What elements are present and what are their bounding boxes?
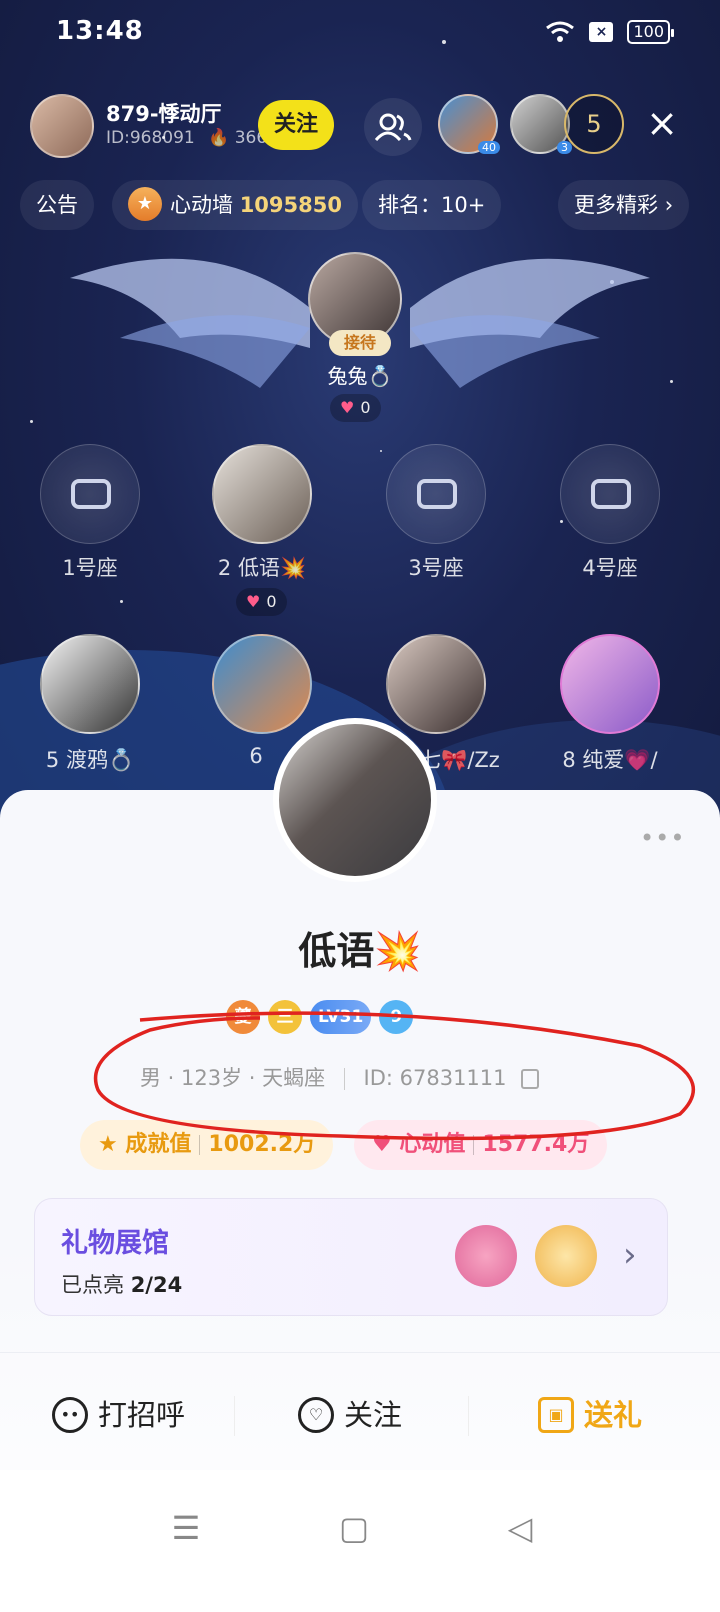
more-label: 更多精彩: [574, 193, 658, 217]
online-count[interactable]: 5: [564, 94, 624, 154]
seat-8[interactable]: [560, 634, 660, 734]
annotation-circle: [93, 1011, 695, 1141]
close-room-button[interactable]: ×: [640, 102, 684, 146]
room-header: 879-悸动厅 ID:968091 🔥 366 关注 40 3 5 ×: [30, 94, 690, 160]
heartwall-button[interactable]: ★ 心动墙 1095850: [112, 180, 358, 230]
top-user-level-badge: 40: [478, 141, 500, 154]
status-bar: 13:48 × 100: [0, 0, 720, 66]
host-name: 兔兔💍: [327, 364, 393, 388]
menu-nav-icon[interactable]: ☰: [166, 1508, 206, 1548]
status-time: 13:48: [56, 16, 144, 46]
seat-6[interactable]: [212, 634, 312, 734]
seat-4[interactable]: [560, 444, 660, 544]
gift-hall[interactable]: 礼物展馆 已点亮 2/24 ›: [34, 1198, 668, 1316]
seat-label: 4号座: [582, 556, 638, 580]
gift-icon: ▣: [538, 1397, 574, 1433]
heart-icon: ♥: [246, 592, 261, 611]
wifi-icon: [546, 21, 575, 42]
host-tag: 接待: [329, 330, 391, 356]
seat-hearts-value: 0: [266, 592, 277, 611]
members-icon: [374, 113, 412, 142]
gift-label: 送礼: [584, 1398, 643, 1432]
room-avatar[interactable]: [30, 94, 94, 158]
greet-label: 打招呼: [98, 1398, 186, 1432]
profile-name: 低语💥: [298, 929, 422, 973]
follow-room-button[interactable]: 关注: [258, 100, 334, 150]
send-gift-button[interactable]: ▣ 送礼: [538, 1380, 642, 1450]
sofa-icon: [591, 479, 631, 509]
host-hearts-value: 0: [360, 398, 371, 417]
system-nav-bar: ☰ ▢ ◁: [0, 1470, 720, 1612]
star-dot: [30, 420, 33, 423]
chevron-right-icon: ›: [623, 1235, 637, 1275]
heart-icon: ♥: [340, 398, 355, 417]
profile-actions: •• 打招呼 ♡ 关注 ▣ 送礼: [0, 1380, 720, 1450]
star-icon: ★: [128, 187, 162, 221]
home-nav-icon[interactable]: ▢: [334, 1508, 374, 1548]
close-icon: ×: [589, 22, 614, 42]
action-divider: [234, 1396, 235, 1436]
gift-hall-lit-label: 已点亮: [61, 1273, 124, 1297]
room-id-text: ID:968091: [106, 128, 195, 148]
rank-button[interactable]: 排名：10+: [362, 180, 502, 230]
seat-7[interactable]: [386, 634, 486, 734]
heart-plus-icon: ♡: [298, 1397, 334, 1433]
room-id: ID:968091 🔥 366: [106, 128, 267, 148]
action-divider: [468, 1396, 469, 1436]
chevron-right-icon: ›: [664, 193, 674, 217]
gift-hall-progress: 已点亮 2/24: [61, 1269, 182, 1299]
announcement-button[interactable]: 公告: [20, 180, 94, 230]
seat-2[interactable]: [212, 444, 312, 544]
star-dot: [560, 520, 563, 523]
flower-gift-icon: [455, 1225, 517, 1287]
follow-user-button[interactable]: ♡ 关注: [298, 1380, 402, 1450]
top-user-avatar-1[interactable]: 40: [438, 94, 500, 154]
star-dot: [670, 380, 673, 383]
seat-hearts: ♥ 0: [236, 588, 287, 616]
greet-button[interactable]: •• 打招呼: [52, 1380, 185, 1450]
gift-hall-lit-value: 2/24: [130, 1273, 183, 1297]
seat-label: 3号座: [408, 556, 464, 580]
sofa-icon: [71, 479, 111, 509]
gift-hall-title: 礼物展馆: [61, 1228, 169, 1259]
host-hearts: ♥ 0: [330, 394, 381, 422]
battery-indicator: 100: [627, 20, 674, 44]
more-options-button[interactable]: •••: [640, 824, 685, 852]
seat-label: 5 渡鸦💍: [45, 748, 135, 772]
chat-icon: ••: [52, 1397, 88, 1433]
seat-label: 1号座: [62, 556, 118, 580]
seat-3[interactable]: [386, 444, 486, 544]
room-title: 879-悸动厅: [106, 102, 222, 126]
members-button[interactable]: [364, 98, 422, 156]
seat-5[interactable]: [40, 634, 140, 734]
room-info-row: 公告 ★ 心动墙 1095850 排名：10+ 更多精彩 ›: [20, 180, 720, 230]
follow-label: 关注: [344, 1398, 403, 1432]
back-nav-icon[interactable]: ◁: [500, 1508, 540, 1548]
star-dot: [380, 450, 382, 452]
seat-1[interactable]: [40, 444, 140, 544]
more-button[interactable]: 更多精彩 ›: [558, 180, 690, 230]
profile-avatar[interactable]: [273, 718, 437, 882]
heartwall-value: 1095850: [239, 193, 342, 217]
top-user-avatar-2[interactable]: 3: [510, 94, 572, 154]
flame-icon: 🔥: [208, 128, 230, 148]
divider: [0, 1352, 720, 1353]
seat-label: 8 纯爱💗/: [562, 748, 658, 772]
status-icons: × 100: [545, 20, 674, 44]
seat-label: 2 低语💥: [217, 556, 307, 580]
bunny-gift-icon: [535, 1225, 597, 1287]
heartwall-label: 心动墙: [170, 193, 233, 217]
sofa-icon: [417, 479, 457, 509]
